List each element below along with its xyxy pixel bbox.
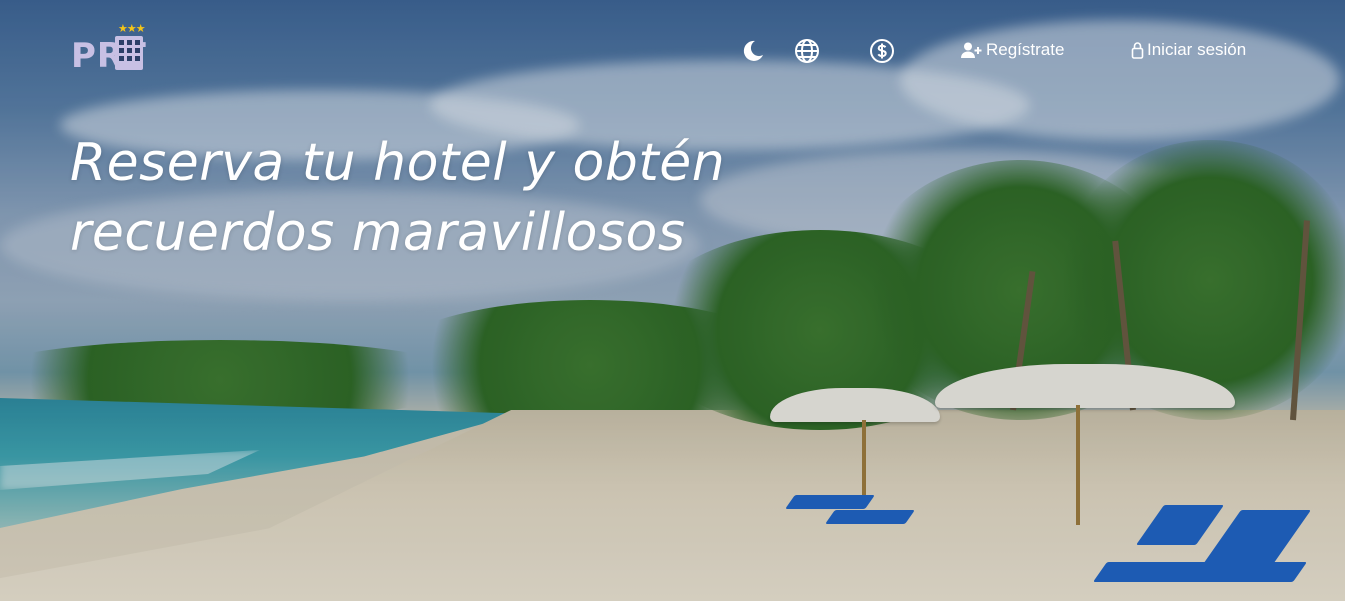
hero-headline-line2: recuerdos maravillosos	[70, 203, 686, 263]
hotel-building-icon	[115, 36, 143, 70]
hero-headline: Reserva tu hotel y obtén recuerdos marav…	[70, 128, 850, 268]
hero-headline-line1: Reserva tu hotel y obtén	[70, 133, 726, 193]
image-overlay	[0, 0, 1345, 601]
stars-icon: ★★★	[118, 23, 146, 35]
dollar-circle-icon[interactable]	[869, 38, 895, 64]
brand-logo[interactable]: PRT ★★★	[71, 23, 166, 76]
user-plus-icon	[961, 42, 982, 58]
hero-background	[0, 0, 1345, 601]
register-label: Regístrate	[986, 40, 1065, 59]
login-link[interactable]: Iniciar sesión	[1131, 40, 1246, 60]
globe-icon[interactable]	[794, 38, 820, 64]
moon-icon[interactable]	[739, 38, 765, 64]
login-label: Iniciar sesión	[1147, 40, 1247, 59]
lock-icon	[1131, 42, 1144, 59]
register-link[interactable]: Regístrate	[961, 40, 1064, 60]
